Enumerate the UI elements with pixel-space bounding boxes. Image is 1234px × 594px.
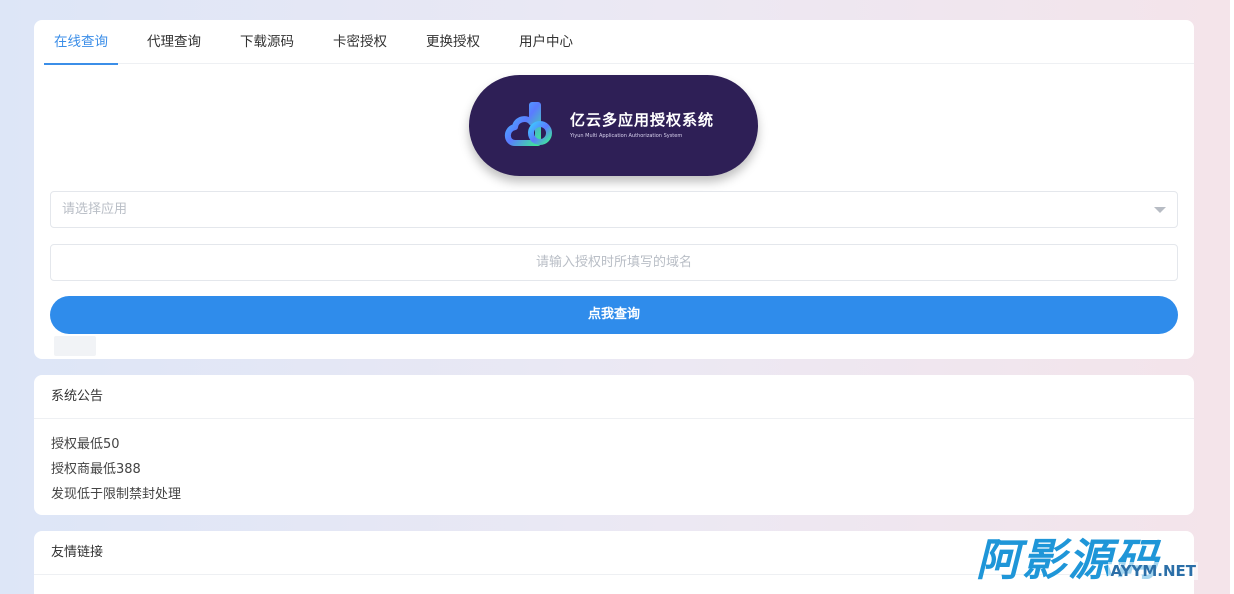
page-edge-strip [1230, 0, 1234, 594]
logo-title: 亿云多应用授权系统 [570, 111, 715, 129]
notice-line: 授权最低50 [51, 437, 120, 452]
domain-field[interactable] [50, 244, 1178, 281]
app-logo: 亿云多应用授权系统 Yiyun Multi Application Author… [469, 75, 758, 176]
notice-body: 授权最低50 授权商最低388 发现低于限制禁封处理 [34, 419, 1194, 507]
notice-card: 系统公告 授权最低50 授权商最低388 发现低于限制禁封处理 [34, 375, 1194, 515]
notice-line: 发现低于限制禁封处理 [51, 487, 182, 502]
ghost-tag [54, 336, 96, 356]
chevron-down-icon [1154, 207, 1166, 213]
tab-online-query[interactable]: 在线查询 [44, 20, 118, 65]
notice-line: 授权商最低388 [51, 462, 141, 477]
tab-user-center[interactable]: 用户中心 [509, 20, 583, 64]
logo-subtitle: Yiyun Multi Application Authorization Sy… [570, 133, 683, 139]
app-select-placeholder: 请选择应用 [62, 202, 128, 217]
watermark-domain: AYYM.NET [1108, 562, 1198, 580]
cloud-logo-icon [504, 102, 552, 146]
tab-change-auth[interactable]: 更换授权 [416, 20, 490, 64]
app-select[interactable]: 请选择应用 [50, 191, 1178, 228]
tab-download-source[interactable]: 下载源码 [230, 20, 304, 64]
query-card: 在线查询 代理查询 下载源码 卡密授权 更换授权 用户中心 亿云多应用授权系统 … [34, 20, 1194, 359]
notice-title: 系统公告 [34, 375, 1194, 419]
tab-agent-query[interactable]: 代理查询 [137, 20, 211, 64]
watermark-logo: 阿影源码 AYYM.NET [976, 524, 1198, 586]
nav-tabs: 在线查询 代理查询 下载源码 卡密授权 更换授权 用户中心 [44, 20, 1194, 65]
query-button[interactable]: 点我查询 [50, 296, 1178, 334]
domain-input[interactable] [51, 245, 1177, 280]
tab-card-key-auth[interactable]: 卡密授权 [323, 20, 397, 64]
